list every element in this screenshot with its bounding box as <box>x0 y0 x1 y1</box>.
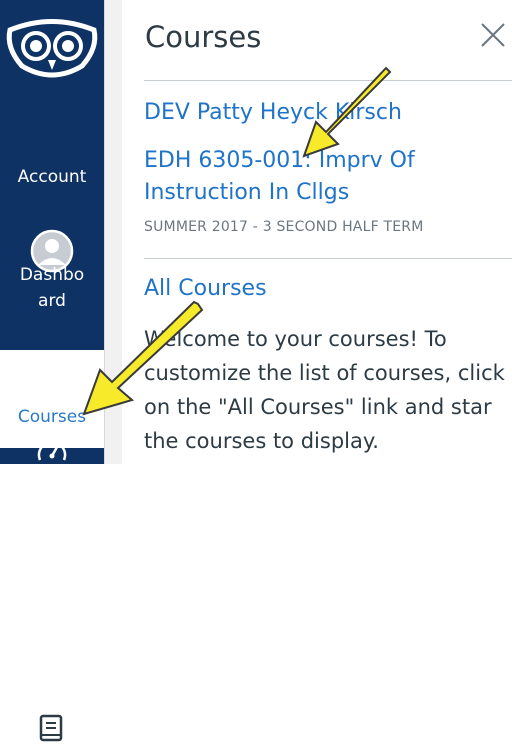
course-link-edh6305-line2[interactable]: Instruction In Cllgs <box>144 180 349 205</box>
nav-courses-label: Courses <box>17 407 87 427</box>
tray-title: Courses <box>145 20 262 54</box>
welcome-message: Welcome to your courses! To customize th… <box>144 327 505 453</box>
course-link-dev[interactable]: DEV Patty Heyck Kirsch <box>144 100 402 125</box>
nav-dashboard[interactable]: Dashbo ard <box>0 214 104 461</box>
divider-top <box>144 80 512 81</box>
nav-account[interactable]: Account <box>0 112 104 273</box>
nav-account-label: Account <box>17 167 87 187</box>
nav-dashboard-label-line1: Dashbo <box>19 265 85 285</box>
tray-divider <box>104 0 122 464</box>
course-link-edh6305-line1[interactable]: EDH 6305-001: Imprv Of <box>144 148 415 173</box>
divider-bottom <box>144 258 512 259</box>
courses-tray: Courses DEV Patty Heyck Kirsch EDH 6305-… <box>122 0 512 464</box>
nav-courses[interactable]: Courses <box>0 350 104 742</box>
all-courses-link[interactable]: All Courses <box>144 276 267 301</box>
owl-logo-icon[interactable] <box>2 8 102 88</box>
book-icon <box>39 714 63 742</box>
course-term: SUMMER 2017 - 3 SECOND HALF TERM <box>144 219 424 235</box>
global-navigation: Account Dashbo ard Courses <box>0 0 104 742</box>
close-icon[interactable] <box>480 22 506 48</box>
nav-dashboard-label-line2: ard <box>38 291 66 311</box>
